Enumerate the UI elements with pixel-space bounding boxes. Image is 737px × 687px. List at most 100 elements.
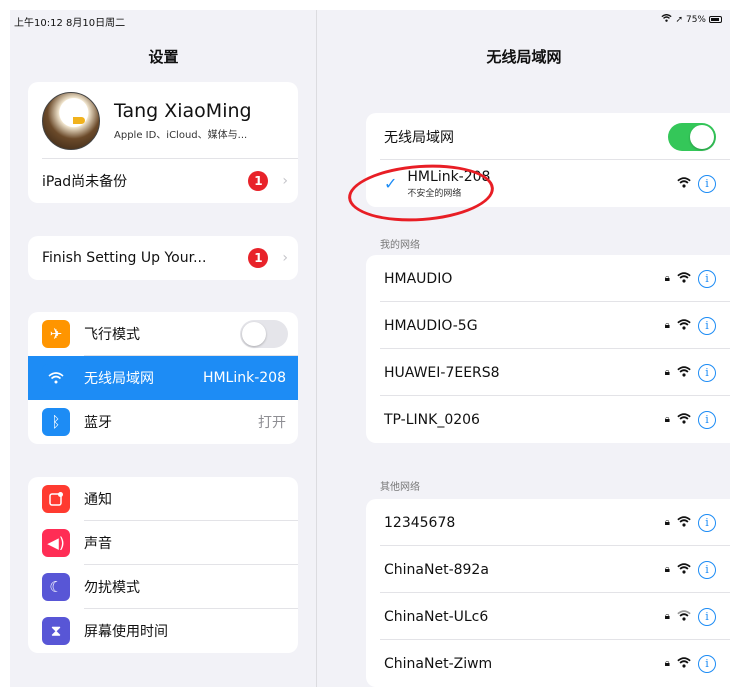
network-name: 12345678 <box>384 514 456 531</box>
wifi-network-value: HMLink-208 <box>202 370 286 386</box>
wifi-signal-icon <box>677 318 691 334</box>
backup-warning-row[interactable]: iPad尚未备份 1 › <box>28 159 298 203</box>
network-row[interactable]: 12345678 🔒︎ i <box>366 499 730 546</box>
sidebar-item-label: 蓝牙 <box>84 415 112 431</box>
sidebar-item-label: 勿扰模式 <box>84 580 140 596</box>
lock-icon: 🔒︎ <box>664 564 670 575</box>
battery-icon <box>709 16 722 23</box>
lock-icon: 🔒︎ <box>664 658 670 669</box>
network-row[interactable]: ChinaNet-892a 🔒︎ i <box>366 546 730 593</box>
connectivity-group: ✈ 飞行模式 无线局域网 HMLink-208 ᛒ 蓝牙 打开 <box>28 312 298 444</box>
page-title: 无线局域网 <box>486 48 562 66</box>
wifi-toggle-label: 无线局域网 <box>384 129 454 146</box>
hourglass-icon: ⧗ <box>42 617 70 645</box>
bluetooth-status: 打开 <box>258 415 286 431</box>
network-name: HMAUDIO-5G <box>384 317 478 334</box>
bluetooth-icon: ᛒ <box>42 408 70 436</box>
wifi-signal-icon <box>677 271 691 287</box>
sidebar-item-sounds[interactable]: ◀) 声音 <box>28 521 298 565</box>
info-icon[interactable]: i <box>698 363 716 382</box>
sidebar-item-label: 声音 <box>84 536 112 552</box>
info-icon[interactable]: i <box>698 513 716 532</box>
lock-icon: 🔒︎ <box>664 414 670 425</box>
wifi-toggle-row: 无线局域网 <box>366 113 730 160</box>
other-networks-group: 12345678 🔒︎ i ChinaNet-892a 🔒︎ i ChinaNet-… <box>366 499 730 687</box>
notifications-group: 通知 ◀) 声音 ☾ 勿扰模式 ⧗ 屏幕使用时间 <box>28 477 298 653</box>
profile-group: Tang XiaoMing Apple ID、iCloud、媒体与... iPa… <box>28 82 298 203</box>
network-row[interactable]: HMAUDIO-5G 🔒︎ i <box>366 302 730 349</box>
network-row[interactable]: ChinaNet-ULc6 🔒︎ i <box>366 593 730 640</box>
lock-icon: 🔒︎ <box>664 611 670 622</box>
status-time: 上午10:12 8月10日周二 <box>14 18 126 29</box>
battery-percent: 75% <box>685 14 706 25</box>
finish-setup-label: Finish Setting Up Your... <box>42 250 207 266</box>
airplane-mode-toggle[interactable] <box>240 320 288 348</box>
wifi-signal-icon <box>677 412 691 428</box>
network-row[interactable]: ChinaNet-Ziwm 🔒︎ i <box>366 640 730 687</box>
wifi-signal-icon <box>677 562 691 578</box>
lock-icon: 🔒︎ <box>664 517 670 528</box>
lock-icon: 🔒︎ <box>664 320 670 331</box>
status-indicators: ➚ 75% <box>661 14 722 25</box>
sidebar-item-label: 无线局域网 <box>84 371 154 387</box>
finish-setup-badge: 1 <box>248 248 269 268</box>
sidebar-title: 设置 <box>148 48 179 66</box>
other-networks-header: 其他网络 <box>380 482 420 493</box>
lock-icon: 🔒︎ <box>664 367 670 378</box>
sidebar-item-screen-time[interactable]: ⧗ 屏幕使用时间 <box>28 609 298 653</box>
info-icon[interactable]: i <box>698 560 716 579</box>
wifi-status-icon <box>661 14 673 25</box>
wifi-signal-icon <box>677 609 691 625</box>
info-icon[interactable]: i <box>698 410 716 429</box>
info-icon[interactable]: i <box>698 269 716 288</box>
network-name: HMAUDIO <box>384 270 453 287</box>
notifications-icon <box>42 485 70 513</box>
backup-badge: 1 <box>248 171 269 191</box>
sidebar-item-airplane-mode[interactable]: ✈ 飞行模式 <box>28 312 298 356</box>
network-name: ChinaNet-ULc6 <box>384 608 489 625</box>
sidebar-item-label: 飞行模式 <box>84 327 140 343</box>
wifi-signal-icon <box>677 656 691 672</box>
profile-name: Tang XiaoMing <box>114 100 252 122</box>
sidebar-item-do-not-disturb[interactable]: ☾ 勿扰模式 <box>28 565 298 609</box>
network-name: HUAWEI-7EERS8 <box>384 364 500 381</box>
sidebar-item-notifications[interactable]: 通知 <box>28 477 298 521</box>
sidebar-item-label: 通知 <box>84 492 112 508</box>
info-icon[interactable]: i <box>698 174 716 193</box>
network-name: ChinaNet-Ziwm <box>384 655 493 672</box>
chevron-right-icon: › <box>282 250 288 266</box>
settings-sidebar: 上午10:12 8月10日周二 设置 Tang XiaoMing Apple I… <box>10 10 317 687</box>
apple-id-profile[interactable]: Tang XiaoMing Apple ID、iCloud、媒体与... <box>28 82 298 159</box>
info-icon[interactable]: i <box>698 654 716 673</box>
network-row[interactable]: HMAUDIO 🔒︎ i <box>366 255 730 302</box>
network-row[interactable]: HUAWEI-7EERS8 🔒︎ i <box>366 349 730 396</box>
my-networks-header: 我的网络 <box>380 240 420 251</box>
avatar <box>42 91 100 150</box>
wifi-signal-icon <box>677 176 691 192</box>
network-row[interactable]: TP-LINK_0206 🔒︎ i <box>366 396 730 443</box>
info-icon[interactable]: i <box>698 316 716 335</box>
sound-icon: ◀) <box>42 529 70 557</box>
backup-label: iPad尚未备份 <box>42 174 128 190</box>
wifi-detail-pane: ➚ 75% 无线局域网 无线局域网 ✓ HMLink-208 不安全的网络 i <box>318 10 730 687</box>
wifi-signal-icon <box>677 515 691 531</box>
sidebar-item-label: 屏幕使用时间 <box>84 624 168 640</box>
my-networks-group: HMAUDIO 🔒︎ i HMAUDIO-5G 🔒︎ i HUAWEI-7EERS8… <box>366 255 730 443</box>
info-icon[interactable]: i <box>698 607 716 626</box>
location-icon: ➚ <box>675 14 683 25</box>
finish-setup-row[interactable]: Finish Setting Up Your... 1 › <box>28 236 298 280</box>
wifi-signal-icon <box>677 365 691 381</box>
sidebar-item-wifi[interactable]: 无线局域网 HMLink-208 <box>28 356 298 400</box>
network-name: ChinaNet-892a <box>384 561 489 578</box>
wifi-icon <box>42 364 70 392</box>
finish-setup-group: Finish Setting Up Your... 1 › <box>28 236 298 280</box>
moon-icon: ☾ <box>42 573 70 601</box>
sidebar-item-bluetooth[interactable]: ᛒ 蓝牙 打开 <box>28 400 298 444</box>
wifi-toggle[interactable] <box>668 122 716 151</box>
profile-subtitle: Apple ID、iCloud、媒体与... <box>114 130 248 141</box>
ipad-screen: 上午10:12 8月10日周二 设置 Tang XiaoMing Apple I… <box>10 10 730 687</box>
chevron-right-icon: › <box>282 173 288 189</box>
lock-icon: 🔒︎ <box>664 273 670 284</box>
airplane-icon: ✈ <box>42 320 70 348</box>
network-name: TP-LINK_0206 <box>384 411 480 428</box>
